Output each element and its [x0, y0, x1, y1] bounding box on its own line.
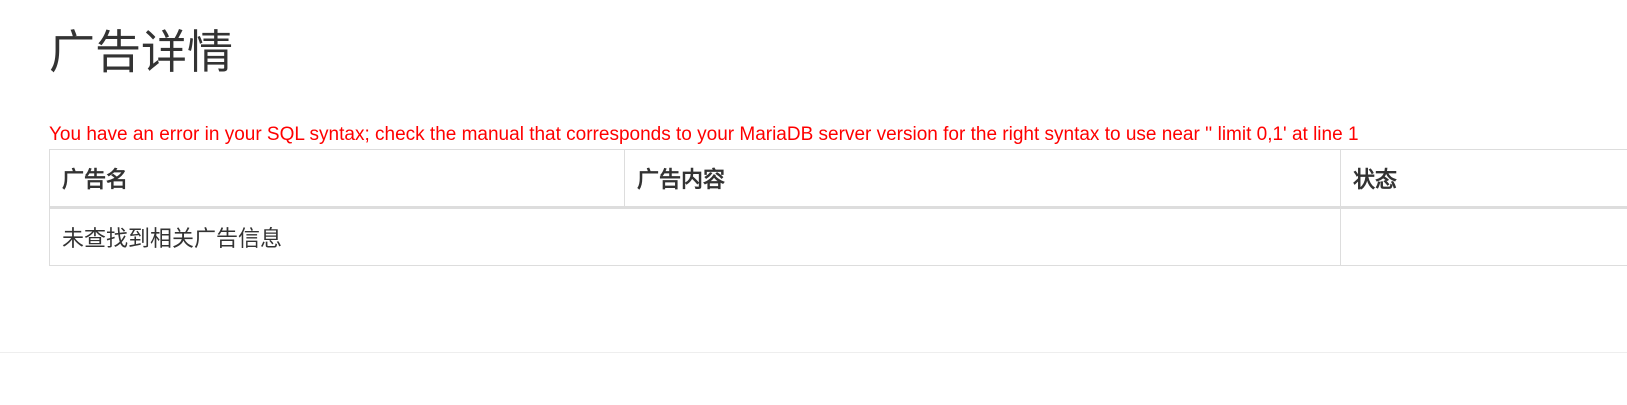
table-header-row: 广告名 广告内容 状态 [49, 149, 1627, 209]
footer-divider [0, 352, 1627, 353]
ad-details-table: 广告名 广告内容 状态 未查找到相关广告信息 [49, 149, 1627, 266]
status-cell [1340, 207, 1627, 266]
table-row: 未查找到相关广告信息 [49, 207, 1627, 266]
page-title: 广告详情 [49, 25, 233, 79]
column-header-status: 状态 [1340, 149, 1627, 209]
column-header-ad-content: 广告内容 [624, 149, 1341, 209]
sql-error-message: You have an error in your SQL syntax; ch… [49, 124, 1359, 145]
column-header-ad-name: 广告名 [49, 149, 625, 209]
empty-result-message: 未查找到相关广告信息 [49, 207, 1341, 266]
